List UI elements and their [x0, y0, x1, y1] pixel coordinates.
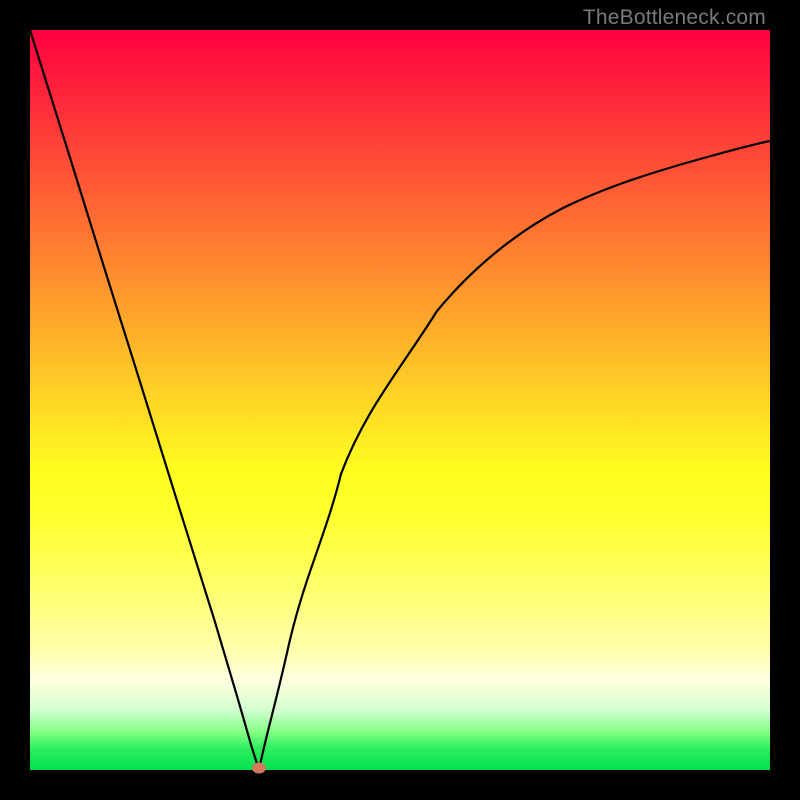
bottleneck-curve [30, 30, 770, 770]
minimum-marker [252, 763, 266, 774]
curve-left-branch [30, 30, 259, 770]
chart-frame: TheBottleneck.com [0, 0, 800, 800]
curve-right-branch [259, 141, 770, 770]
watermark-text: TheBottleneck.com [583, 6, 766, 30]
plot-area [30, 30, 770, 770]
